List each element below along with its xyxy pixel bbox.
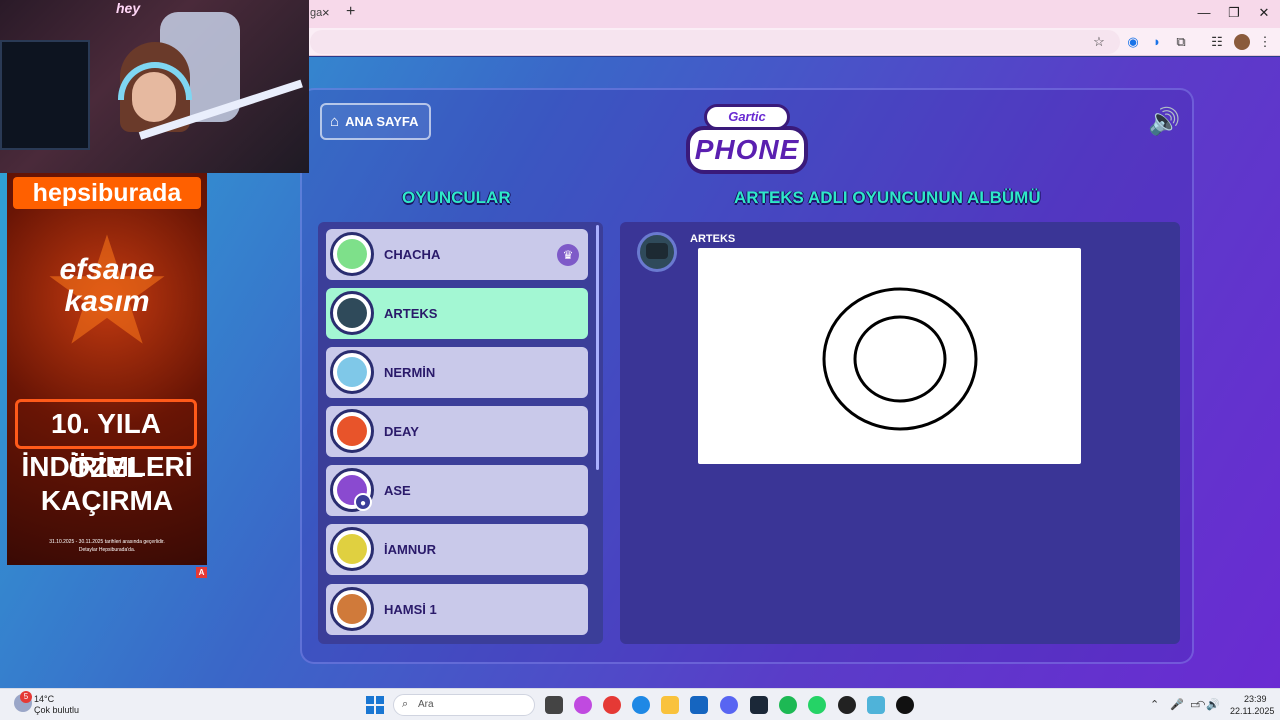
extension-icon[interactable]: ◉ (1124, 33, 1142, 51)
player-row[interactable]: ARTEKS (326, 288, 588, 339)
drawing-canvas (698, 248, 1081, 464)
player-avatar-face (337, 594, 367, 624)
ad-fineprint-2: Detaylar Hepsiburada'da. (78, 547, 136, 553)
steam-icon[interactable] (750, 696, 768, 714)
ad-fineprint-1: 31.10.2025 - 30.11.2025 tarihleri arasın… (49, 539, 165, 545)
player-row[interactable]: HAMSİ 1 (326, 584, 588, 635)
webcam-overlay: hey (0, 0, 309, 173)
ad-star-line1: efsane (59, 253, 155, 286)
discord-icon[interactable] (720, 696, 738, 714)
home-icon: ⌂ (330, 113, 340, 130)
spotify-icon[interactable] (779, 696, 797, 714)
minimize-icon[interactable]: — (1194, 5, 1214, 20)
player-avatar-face (337, 239, 367, 269)
ad-line2: İNDİRİMLERİ (21, 451, 193, 482)
player-name: NERMİN (384, 365, 436, 380)
album-author-avatar (637, 232, 677, 272)
clock-time[interactable]: 23:39 (1244, 694, 1267, 704)
taskbar: 5 14°C Çok bulutlu ⌕ Ara ⌃ 🎤 ▭ ◠ 🔊 23:39… (0, 688, 1280, 720)
obs-icon[interactable] (838, 696, 856, 714)
weather-condition: Çok bulutlu (34, 705, 80, 715)
player-avatar (330, 409, 374, 453)
ad-star: ★ efsane kasım (21, 216, 193, 366)
url-field[interactable] (310, 30, 1120, 54)
home-button[interactable]: ⌂ ANA SAYFA (320, 103, 431, 140)
player-name: ASE (384, 483, 411, 498)
gaming-app-icon[interactable] (896, 696, 914, 714)
mic-icon[interactable]: 🎤 (1170, 698, 1184, 711)
player-avatar (330, 587, 374, 631)
inner-circle-stroke (853, 315, 947, 403)
album-author-name: ARTEKS (690, 233, 736, 245)
player-row[interactable]: DEAY (326, 406, 588, 457)
weather-temperature: 14°C (34, 694, 55, 704)
player-avatar (330, 232, 374, 276)
user-badge-icon: ● (354, 493, 372, 511)
players-scrollbar[interactable] (596, 225, 599, 470)
ad-line3: KAÇIRMA (40, 485, 174, 516)
player-avatar-face (337, 298, 367, 328)
bookmark-star-icon[interactable]: ☆ (1090, 33, 1108, 51)
store-icon[interactable] (690, 696, 708, 714)
profile-avatar[interactable] (1234, 34, 1250, 50)
player-avatar-face (337, 416, 367, 446)
app-icon[interactable] (867, 696, 885, 714)
player-name: İAMNUR (384, 542, 436, 557)
player-row[interactable]: İAMNUR (326, 524, 588, 575)
logo-text-gartic: Gartic (728, 109, 766, 124)
task-view-icon[interactable] (545, 696, 563, 714)
puzzle-icon[interactable]: ⧉ (1172, 33, 1190, 51)
outer-circle-stroke (822, 287, 978, 431)
edge-icon[interactable] (632, 696, 650, 714)
ad-banner[interactable]: hepsiburada ★ efsane kasım 10. YILA ÖZEL… (7, 173, 207, 565)
gartic-phone-logo: PHONE Gartic (686, 100, 808, 178)
tab-close-icon[interactable]: × (322, 5, 330, 20)
player-avatar (330, 291, 374, 335)
file-explorer-icon[interactable] (661, 696, 679, 714)
volume-icon[interactable]: 🔊 (1206, 698, 1220, 711)
tab-title[interactable]: ga (310, 7, 322, 19)
restore-icon[interactable]: ❐ (1224, 5, 1244, 21)
menu-icon[interactable]: ⋮ (1256, 33, 1274, 51)
logo-text-phone: PHONE (694, 134, 800, 165)
player-avatar (330, 527, 374, 571)
player-row[interactable]: NERMİN (326, 347, 588, 398)
close-window-icon[interactable]: ✕ (1254, 5, 1274, 21)
ad-star-line2: kasım (64, 285, 150, 318)
search-placeholder: Ara (418, 699, 434, 710)
player-avatar-face (337, 534, 367, 564)
player-name: HAMSİ 1 (384, 602, 437, 617)
home-button-label: ANA SAYFA (345, 114, 419, 129)
player-name: ARTEKS (384, 306, 438, 321)
chevron-up-icon[interactable]: ⌃ (1150, 698, 1159, 711)
taskbar-search-input[interactable]: ⌕ Ara (393, 694, 535, 716)
webcam-neon-sign: hey (116, 0, 141, 16)
webcam-pc (0, 40, 90, 150)
drawing-svg (822, 287, 978, 431)
crown-icon: ♛ (557, 244, 579, 266)
player-name: DEAY (384, 424, 419, 439)
copilot-icon[interactable] (574, 696, 592, 714)
ad-brand: hepsiburada (13, 177, 201, 209)
reading-list-icon[interactable]: ☷ (1208, 33, 1226, 51)
sound-icon[interactable]: 🔊 (1148, 106, 1180, 137)
whatsapp-icon[interactable] (808, 696, 826, 714)
players-title: OYUNCULAR (402, 188, 511, 207)
search-icon: ⌕ (402, 698, 409, 710)
ad-corner-icon: A (196, 567, 207, 578)
wifi-icon[interactable]: ◠ (1196, 698, 1206, 711)
player-avatar (330, 350, 374, 394)
clock-date[interactable]: 22.11.2025 (1230, 706, 1274, 716)
new-tab-icon[interactable]: + (346, 3, 355, 21)
player-name: CHACHA (384, 247, 441, 262)
chrome-icon[interactable] (603, 696, 621, 714)
windows-start-icon[interactable] (366, 696, 384, 714)
album-title: ARTEKS ADLI OYUNCUNUN ALBÜMÜ (734, 188, 1041, 207)
ad-headline-box: 10. YILA ÖZEL (15, 399, 197, 483)
player-row[interactable]: ASE ● (326, 465, 588, 516)
player-row[interactable]: CHACHA ♛ (326, 229, 588, 280)
weather-badge: 5 (20, 691, 32, 703)
player-avatar-face (337, 357, 367, 387)
media-icon[interactable]: ◗ (1148, 33, 1166, 51)
